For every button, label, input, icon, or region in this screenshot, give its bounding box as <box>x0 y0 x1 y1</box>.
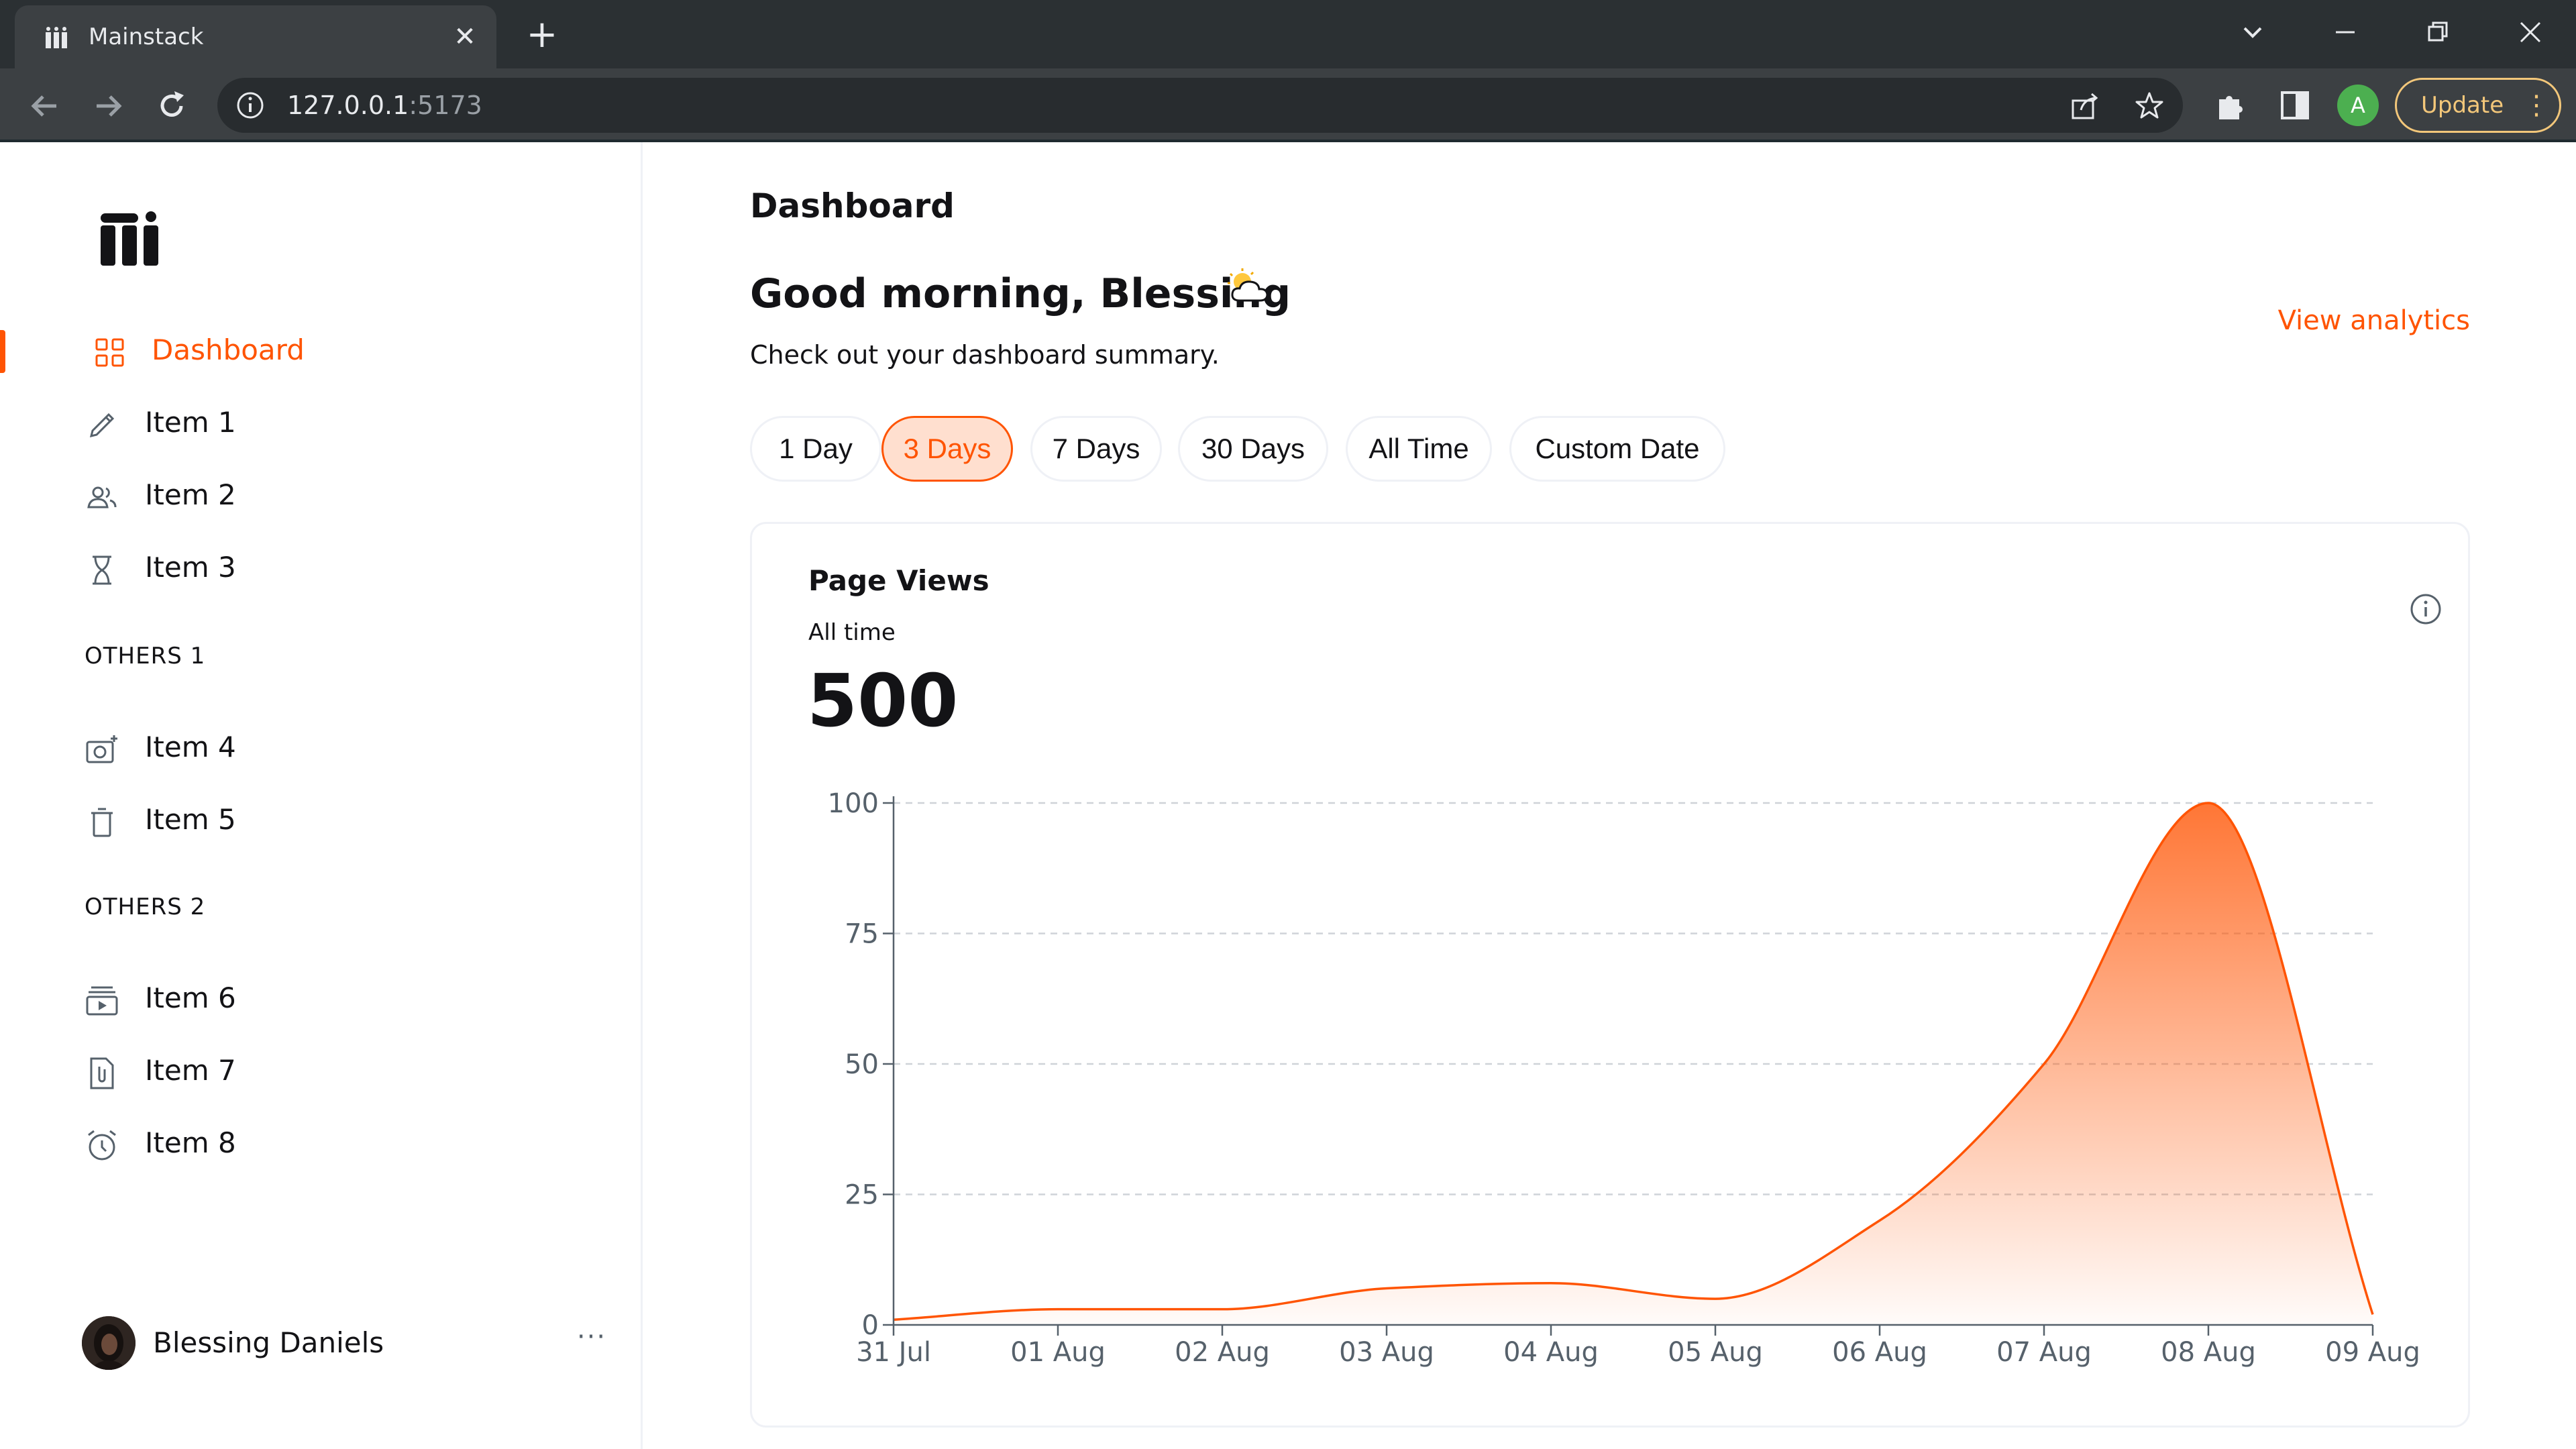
sidebar-item-6[interactable]: Item 6 <box>0 971 643 1025</box>
user-profile[interactable]: Blessing Daniels ··· <box>82 1315 619 1371</box>
profile-avatar[interactable]: A <box>2337 85 2379 126</box>
side-panel-icon[interactable] <box>2275 86 2314 125</box>
file-clip-icon <box>90 1057 114 1089</box>
filter-3-days[interactable]: 3 Days <box>881 416 1013 482</box>
back-icon[interactable] <box>24 86 64 126</box>
extensions-icon[interactable] <box>2211 86 2250 125</box>
users-icon <box>87 486 117 508</box>
mainstack-logo <box>101 211 158 266</box>
x-tick-label: 08 Aug <box>2161 1337 2256 1368</box>
browser-tab-bar: Mainstack ✕ + <box>0 0 2576 68</box>
x-tick-label: 01 Aug <box>1010 1337 1106 1368</box>
x-tick-label: 03 Aug <box>1339 1337 1434 1368</box>
page-title: Dashboard <box>750 186 955 225</box>
sidebar-item-1[interactable]: Item 1 <box>0 396 643 449</box>
sidebar-item-4[interactable]: Item 4 <box>0 720 643 774</box>
x-tick-label: 02 Aug <box>1175 1337 1270 1368</box>
y-tick-label: 100 <box>828 788 879 819</box>
mainstack-favicon-icon <box>46 27 67 48</box>
y-tick-label: 25 <box>845 1180 879 1211</box>
y-tick-label: 75 <box>845 919 879 950</box>
sidebar-item-label: Item 4 <box>145 731 236 763</box>
section-label-others-2: OTHERS 2 <box>85 894 206 920</box>
share-icon[interactable] <box>2069 90 2101 122</box>
new-tab-button[interactable]: + <box>523 16 561 55</box>
minimize-icon[interactable] <box>2325 12 2365 52</box>
page-views-card: Page Views All time 500 0 25 50 75 100 31 Jul… <box>750 522 2470 1428</box>
x-tick-label: 04 Aug <box>1503 1337 1599 1368</box>
camera-add-icon <box>86 735 117 763</box>
sun-behind-cloud-icon <box>1228 268 1269 302</box>
page-views-chart: 025507510031 Jul 01 Aug 02 Aug 03 Aug 04 Aug… <box>828 788 2420 1368</box>
video-library-icon <box>86 986 118 1016</box>
close-window-icon[interactable] <box>2510 12 2551 52</box>
grid-icon <box>95 338 124 367</box>
x-tick-label: 31 Jul <box>856 1337 931 1368</box>
user-photo-icon <box>82 1316 136 1370</box>
restore-icon[interactable] <box>2418 12 2458 52</box>
bookmark-star-icon[interactable] <box>2133 90 2165 122</box>
x-tick-label: 07 Aug <box>1996 1337 2092 1368</box>
browser-tab[interactable]: Mainstack ✕ <box>15 5 496 68</box>
url-host: 127.0.0.1 <box>287 91 409 120</box>
filter-custom-date[interactable]: Custom Date <box>1509 416 1725 482</box>
filter-30-days[interactable]: 30 Days <box>1178 416 1328 482</box>
sidebar-item-label: Dashboard <box>152 333 305 366</box>
greeting-heading: Good morning, Blessing <box>750 270 1291 317</box>
reload-icon[interactable] <box>152 86 192 126</box>
browser-toolbar: 127.0.0.1:5173 A Update ⋮ <box>0 68 2576 142</box>
sidebar-item-label: Item 1 <box>145 406 236 439</box>
user-name: Blessing Daniels <box>153 1326 384 1359</box>
avatar <box>82 1316 136 1370</box>
sidebar-item-2[interactable]: Item 2 <box>0 468 643 522</box>
sidebar-item-label: Item 8 <box>145 1126 236 1159</box>
tab-title: Mainstack <box>89 23 204 50</box>
forward-icon[interactable] <box>89 86 129 126</box>
sidebar-item-label: Item 3 <box>145 551 236 584</box>
view-analytics-link[interactable]: View analytics <box>2278 303 2470 338</box>
alarm-clock-icon <box>88 1130 116 1161</box>
url-port: :5173 <box>409 91 482 120</box>
sidebar-item-3[interactable]: Item 3 <box>0 541 643 594</box>
more-options-icon[interactable]: ··· <box>572 1320 612 1360</box>
hourglass-icon <box>93 555 111 585</box>
sidebar-item-label: Item 7 <box>145 1054 236 1087</box>
sidebar-item-7[interactable]: Item 7 <box>0 1044 643 1097</box>
address-bar[interactable]: 127.0.0.1:5173 <box>217 78 2183 133</box>
browser-menu-icon[interactable]: ⋮ <box>2523 80 2550 131</box>
x-tick-label: 05 Aug <box>1668 1337 1763 1368</box>
sidebar-item-dashboard[interactable]: Dashboard <box>0 323 643 377</box>
site-info-icon[interactable] <box>235 90 266 121</box>
sidebar: Dashboard Item 1 Item 2 Item 3 OTHERS 1 … <box>0 142 643 1449</box>
update-button[interactable]: Update ⋮ <box>2395 78 2561 133</box>
sidebar-item-label: Item 2 <box>145 478 236 511</box>
x-tick-label: 06 Aug <box>1832 1337 1927 1368</box>
pencil-icon <box>89 413 115 438</box>
trash-icon <box>91 808 113 837</box>
sidebar-item-5[interactable]: Item 5 <box>0 793 643 847</box>
filter-all-time[interactable]: All Time <box>1346 416 1492 482</box>
update-label: Update <box>2421 92 2504 119</box>
tab-close-icon[interactable]: ✕ <box>451 23 479 51</box>
filter-7-days[interactable]: 7 Days <box>1030 416 1162 482</box>
url-text: 127.0.0.1:5173 <box>287 89 482 122</box>
y-tick-label: 50 <box>845 1049 879 1080</box>
x-tick-label: 09 Aug <box>2325 1337 2420 1368</box>
sidebar-item-8[interactable]: Item 8 <box>0 1116 643 1170</box>
dashboard-subtitle: Check out your dashboard summary. <box>750 340 1220 370</box>
tab-search-icon[interactable] <box>2233 12 2273 52</box>
filter-1-day[interactable]: 1 Day <box>750 416 881 482</box>
sidebar-item-label: Item 6 <box>145 981 236 1014</box>
sidebar-item-label: Item 5 <box>145 803 236 836</box>
section-label-others-1: OTHERS 1 <box>85 643 206 669</box>
